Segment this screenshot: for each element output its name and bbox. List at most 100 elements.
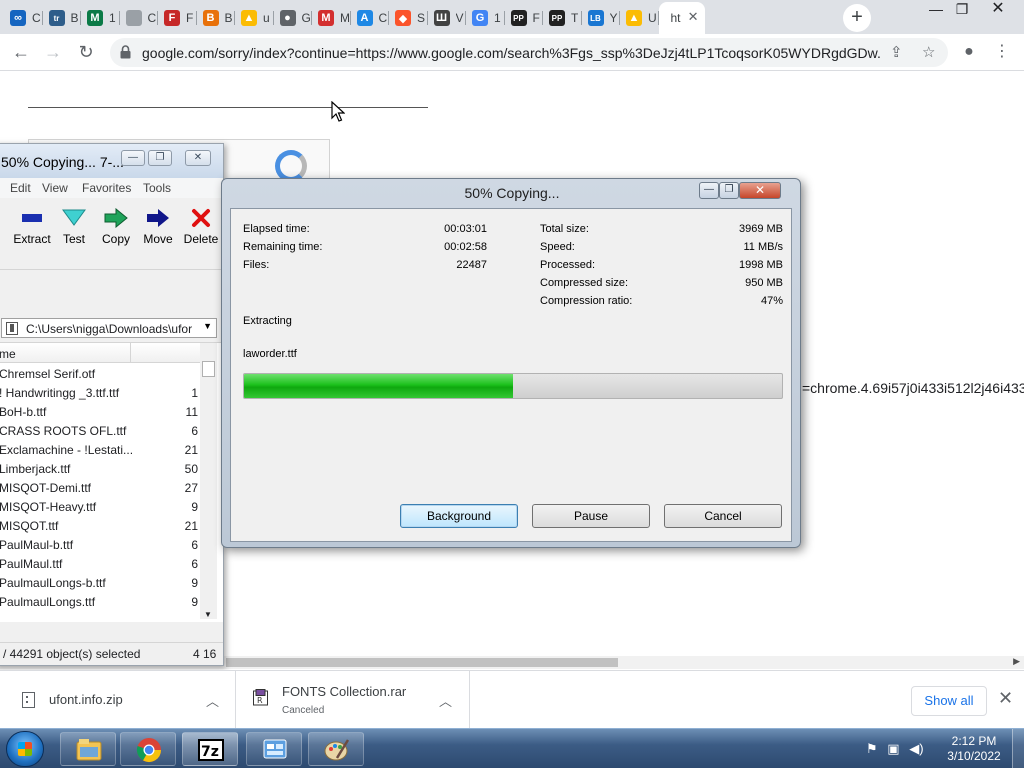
- taskbar-paint[interactable]: [308, 732, 364, 766]
- bookmark-star-icon[interactable]: ☆: [922, 43, 935, 61]
- delete-button[interactable]: Delete: [179, 206, 223, 246]
- scroll-right-arrow-icon[interactable]: ▶: [1013, 656, 1020, 667]
- test-button[interactable]: Test: [52, 206, 96, 246]
- copy-button[interactable]: Copy: [94, 206, 138, 246]
- scrollbar-thumb[interactable]: [226, 658, 618, 667]
- file-list-row[interactable]: PaulmaulLongs.ttf 9: [0, 592, 200, 611]
- tab-close-icon[interactable]: ✕: [688, 9, 699, 25]
- browser-tab[interactable]: ▲ u: [235, 4, 274, 32]
- browser-tab[interactable]: AC: [351, 4, 389, 32]
- stat-label: Compression ratio:: [540, 295, 633, 307]
- fm-title-bar[interactable]: 50% Copying... 7-... — ❐ ✕: [0, 144, 223, 178]
- file-list-row[interactable]: BoH-b.ttf 11: [0, 402, 200, 421]
- extract-button[interactable]: Extract: [10, 206, 54, 246]
- dialog-close-button[interactable]: ✕: [739, 182, 781, 199]
- file-list-row[interactable]: CRASS ROOTS OFL.ttf 6: [0, 421, 200, 440]
- show-desktop-button[interactable]: [1012, 729, 1024, 768]
- browser-tab[interactable]: BB: [197, 4, 235, 32]
- menu-view[interactable]: View: [42, 181, 68, 195]
- dialog-body: Elapsed time: 00:03:01 Remaining time: 00:0…: [230, 208, 792, 542]
- browser-tab[interactable]: ◆ S: [389, 4, 428, 32]
- pause-button[interactable]: Pause: [532, 504, 650, 528]
- fm-file-list[interactable]: me Chremsel Serif.otf ! Handwritingg _3.t…: [0, 342, 223, 622]
- address-bar[interactable]: google.com/sorry/index?continue=https://…: [110, 38, 948, 67]
- file-list-row[interactable]: MISQOT.ttf 21: [0, 516, 200, 535]
- file-list-row[interactable]: Exclamachine - !Lestati... 21: [0, 440, 200, 459]
- browser-tab[interactable]: ▲ U: [620, 4, 659, 32]
- taskbar-chrome[interactable]: [120, 732, 176, 766]
- url-text[interactable]: google.com/sorry/index?continue=https://…: [142, 45, 882, 61]
- start-button[interactable]: [6, 731, 44, 767]
- taskbar-explorer[interactable]: [60, 732, 116, 766]
- file-list-row[interactable]: ! Handwritingg _3.ttf.ttf 1: [0, 383, 200, 402]
- share-icon[interactable]: ⇪: [890, 43, 903, 61]
- browser-tab[interactable]: FF: [158, 4, 197, 32]
- browser-tab[interactable]: M1: [81, 4, 120, 32]
- window-close-button[interactable]: ✕: [982, 0, 1014, 20]
- browser-tab[interactable]: G1: [466, 4, 505, 32]
- file-list-row[interactable]: PaulMaul.ttf 6: [0, 554, 200, 573]
- download-item[interactable]: ufont.info.zip ︿: [0, 671, 236, 729]
- browser-tab[interactable]: tr B: [43, 4, 81, 32]
- close-icon[interactable]: ✕: [998, 688, 1013, 709]
- browser-tab[interactable]: MM: [312, 4, 351, 32]
- fm-close-button[interactable]: ✕: [185, 150, 211, 166]
- move-button[interactable]: Move: [136, 206, 180, 246]
- dialog-maximize-button[interactable]: ❐: [719, 182, 739, 199]
- browser-tab[interactable]: ∞ C: [4, 4, 43, 32]
- file-list-row[interactable]: MISQOT-Demi.ttf 27: [0, 478, 200, 497]
- browser-tab[interactable]: ht ✕: [658, 2, 705, 34]
- volume-icon[interactable]: ◀): [909, 741, 923, 756]
- stat-label: Files:: [243, 259, 270, 271]
- background-button[interactable]: Background: [400, 504, 518, 528]
- download-item[interactable]: R FONTS Collection.rar Canceled ︿: [236, 671, 470, 729]
- taskbar-control-panel[interactable]: [246, 732, 302, 766]
- fm-maximize-button[interactable]: ❐: [148, 150, 172, 166]
- browser-tab[interactable]: ШV: [428, 4, 466, 32]
- fm-vertical-scrollbar[interactable]: ▼: [200, 343, 217, 619]
- fm-column-header[interactable]: me: [0, 343, 200, 363]
- reload-button[interactable]: ↻: [73, 40, 99, 66]
- browser-tab[interactable]: C: [120, 4, 158, 32]
- file-list-row[interactable]: Chremsel Serif.otf: [0, 364, 200, 383]
- menu-tools[interactable]: Tools: [143, 181, 171, 195]
- browser-tab[interactable]: LB Y: [582, 4, 620, 32]
- file-list-row[interactable]: Limberjack.ttf 50: [0, 459, 200, 478]
- action-center-flag-icon[interactable]: ⚑: [866, 741, 878, 756]
- fm-scrollbar-thumb[interactable]: [202, 361, 215, 377]
- browser-tab[interactable]: PP T: [543, 4, 582, 32]
- new-tab-button[interactable]: +: [843, 4, 871, 32]
- restore-button[interactable]: ❐: [946, 0, 978, 20]
- column-name-header[interactable]: me: [0, 347, 16, 361]
- menu-favorites[interactable]: Favorites: [82, 181, 131, 195]
- copying-progress-dialog[interactable]: 50% Copying... — ❐ ✕ Elapsed time: 00:03:…: [221, 178, 801, 548]
- show-all-button[interactable]: Show all: [911, 686, 987, 716]
- 7zip-file-manager-window[interactable]: 50% Copying... 7-... — ❐ ✕ Edit View Fav…: [0, 143, 224, 666]
- back-button[interactable]: ←: [8, 40, 34, 66]
- profile-avatar-icon[interactable]: ●: [956, 40, 982, 66]
- cancel-button[interactable]: Cancel: [664, 504, 782, 528]
- lock-icon[interactable]: [120, 45, 131, 59]
- chevron-up-icon[interactable]: ︿: [206, 691, 219, 710]
- forward-button[interactable]: →: [40, 40, 66, 66]
- column-divider[interactable]: [130, 343, 131, 363]
- browser-tab[interactable]: PP F: [505, 4, 543, 32]
- fm-window-title: 50% Copying... 7-...: [1, 154, 124, 170]
- fm-path-combobox[interactable]: C:\Users\nigga\Downloads\ufor ▼: [1, 318, 217, 338]
- file-list-row[interactable]: MISQOT-Heavy.ttf 9: [0, 497, 200, 516]
- dropdown-arrow-icon[interactable]: ▼: [203, 321, 212, 331]
- menu-edit[interactable]: Edit: [10, 181, 31, 195]
- progress-bar: [243, 373, 783, 399]
- taskbar-7zip[interactable]: 7z: [182, 732, 238, 766]
- taskbar-clock[interactable]: 2:12 PM 3/10/2022: [944, 734, 1004, 764]
- dialog-minimize-button[interactable]: —: [699, 182, 719, 199]
- file-list-row[interactable]: PaulmaulLongs-b.ttf 9: [0, 573, 200, 592]
- chevron-up-icon[interactable]: ︿: [439, 691, 452, 710]
- fm-minimize-button[interactable]: —: [121, 150, 145, 166]
- file-list-row[interactable]: PaulMaul-b.ttf 6: [0, 535, 200, 554]
- menu-kebab-icon[interactable]: ⋮: [989, 40, 1015, 66]
- browser-tab[interactable]: ● G: [274, 4, 312, 32]
- mega-icon: M: [318, 10, 334, 26]
- scroll-down-arrow-icon[interactable]: ▼: [204, 610, 212, 619]
- network-icon[interactable]: ▣: [887, 741, 899, 756]
